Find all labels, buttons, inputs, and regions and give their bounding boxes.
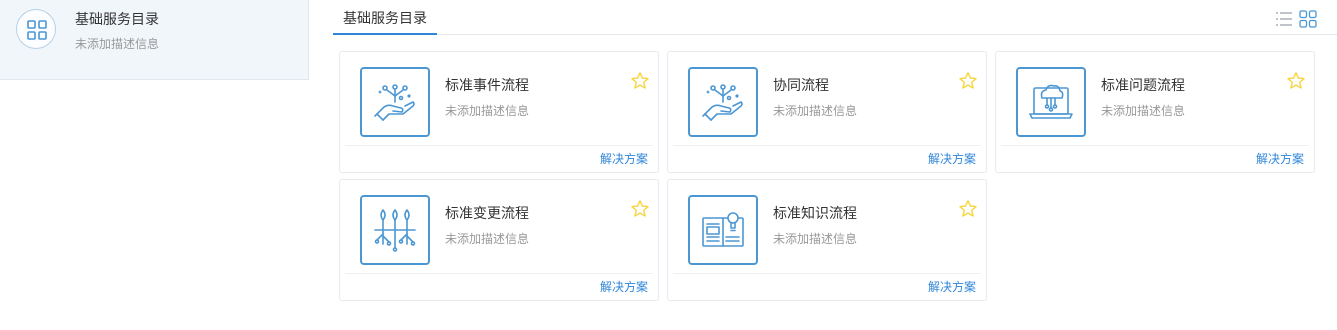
solution-link[interactable]: 解决方案 xyxy=(1256,150,1304,167)
book-idea-icon[interactable] xyxy=(688,195,758,265)
solution-link[interactable]: 解决方案 xyxy=(928,150,976,167)
card-divider xyxy=(1001,145,1309,146)
card-divider xyxy=(345,145,653,146)
star-icon[interactable] xyxy=(630,199,650,219)
card-description: 未添加描述信息 xyxy=(445,104,530,118)
card-divider xyxy=(673,145,981,146)
card-title[interactable]: 标准问题流程 xyxy=(1101,75,1185,95)
sidebar-item-basic-service-catalog[interactable]: 基础服务目录 未添加描述信息 xyxy=(0,0,308,79)
grid-apps-icon xyxy=(16,9,56,49)
sidebar-item-title: 基础服务目录 xyxy=(75,12,159,28)
service-card[interactable]: 标准知识流程 未添加描述信息 解决方案 xyxy=(667,179,987,301)
solution-link[interactable]: 解决方案 xyxy=(600,278,648,295)
star-icon[interactable] xyxy=(1286,71,1306,91)
tab-basic-service-catalog[interactable]: 基础服务目录 xyxy=(333,8,437,35)
solution-link[interactable]: 解决方案 xyxy=(600,150,648,167)
cloud-laptop-icon[interactable] xyxy=(1016,67,1086,137)
card-title[interactable]: 协同流程 xyxy=(773,75,829,95)
plant-circuit-icon[interactable] xyxy=(360,195,430,265)
card-description: 未添加描述信息 xyxy=(1101,104,1186,118)
solution-link[interactable]: 解决方案 xyxy=(928,278,976,295)
card-title[interactable]: 标准事件流程 xyxy=(445,75,529,95)
hand-network-icon[interactable] xyxy=(688,67,758,137)
card-title[interactable]: 标准知识流程 xyxy=(773,203,857,223)
star-icon[interactable] xyxy=(630,71,650,91)
main-header: 基础服务目录 xyxy=(333,0,1337,35)
card-description: 未添加描述信息 xyxy=(773,232,858,246)
card-divider xyxy=(345,273,653,274)
sidebar-item-description: 未添加描述信息 xyxy=(75,37,160,51)
card-title[interactable]: 标准变更流程 xyxy=(445,203,529,223)
card-description: 未添加描述信息 xyxy=(445,232,530,246)
service-card[interactable]: 标准事件流程 未添加描述信息 解决方案 xyxy=(339,51,659,173)
star-icon[interactable] xyxy=(958,71,978,91)
service-card[interactable]: 标准变更流程 未添加描述信息 解决方案 xyxy=(339,179,659,301)
star-icon[interactable] xyxy=(958,199,978,219)
card-divider xyxy=(673,273,981,274)
hand-network-icon[interactable] xyxy=(360,67,430,137)
sidebar: 基础服务目录 未添加描述信息 xyxy=(0,0,309,80)
card-description: 未添加描述信息 xyxy=(773,104,858,118)
service-card[interactable]: 协同流程 未添加描述信息 解决方案 xyxy=(667,51,987,173)
service-card[interactable]: 标准问题流程 未添加描述信息 解决方案 xyxy=(995,51,1315,173)
grid-view-icon[interactable] xyxy=(1299,10,1317,28)
list-view-icon[interactable] xyxy=(1275,10,1293,28)
